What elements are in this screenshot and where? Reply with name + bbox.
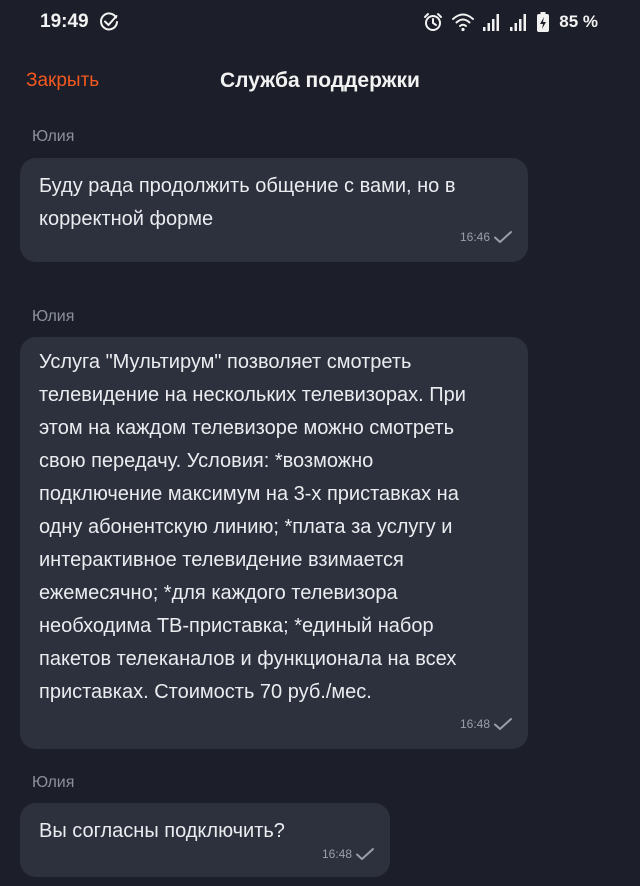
read-check-icon [494,231,512,243]
status-time: 19:49 [40,11,89,32]
battery-percent: 85 % [559,12,598,31]
message-text: Услуга "Мультирум" позволяет смотреть те… [39,351,466,703]
message-bubble: Буду рада продолжить общение с вами, но … [20,158,528,262]
message-meta: 16:48 [460,717,514,731]
status-icons: 85 % [422,10,598,34]
message-sender: Юлия [32,774,75,791]
message-sender: Юлия [32,128,75,145]
message-meta: 16:48 [322,847,376,861]
status-bar: 19:49 85 % [0,0,640,44]
header: Закрыть Служба поддержки [0,44,640,120]
alarm-icon [424,13,443,31]
page-title: Служба поддержки [220,69,420,92]
message-text: Вы согласны подключить? [39,820,285,842]
message-sender: Юлия [32,308,75,325]
message-text: Буду рада продолжить общение с вами, но … [39,175,456,230]
message-time: 16:48 [321,847,352,861]
read-check-icon [494,718,512,730]
check-circle-icon [100,12,118,31]
signal-icon [483,14,500,31]
chat-message-list[interactable]: Юлия Буду рада продолжить общение с вами… [0,120,640,886]
message-bubble: Вы согласны подключить? 16:48 [20,803,390,877]
battery-charging-icon [537,12,550,32]
message-time: 16:48 [459,717,490,731]
read-check-icon [356,848,374,860]
message-bubble: Услуга "Мультирум" позволяет смотреть те… [20,337,528,749]
message-time: 16:46 [459,230,490,244]
signal-icon [510,14,527,31]
message-meta: 16:46 [460,230,514,244]
wifi-icon [452,13,475,32]
